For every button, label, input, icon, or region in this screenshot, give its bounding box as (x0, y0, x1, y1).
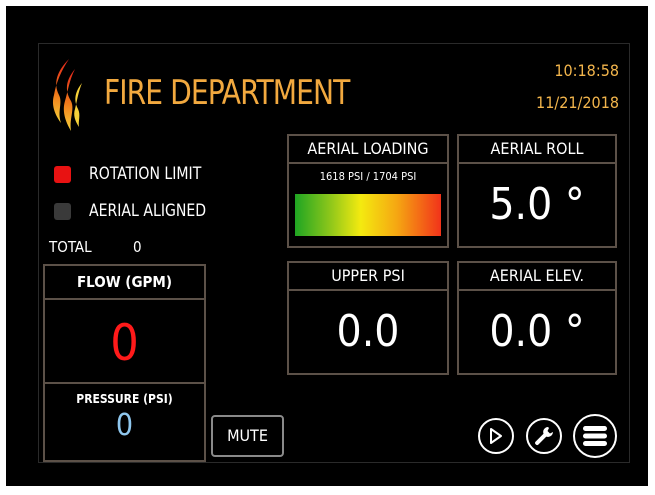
aerial-roll-title: AERIAL ROLL (490, 139, 584, 158)
upper-psi-header: UPPER PSI (287, 261, 449, 291)
pressure-value: 0 (115, 408, 134, 443)
aerial-aligned-label: AERIAL ALIGNED (89, 201, 207, 221)
clock-time: 10:18:58 (554, 61, 619, 80)
aerial-elev-title: AERIAL ELEV. (489, 266, 585, 285)
flow-value: 0 (110, 314, 139, 372)
menu-button[interactable] (573, 414, 617, 458)
app-title: FIRE DEPARTMENT (104, 73, 350, 113)
aerial-aligned-indicator (54, 203, 71, 220)
flow-header: FLOW (GPM) (43, 264, 206, 300)
aerial-elev-header: AERIAL ELEV. (457, 261, 617, 291)
aerial-roll-header: AERIAL ROLL (457, 134, 617, 164)
rotation-limit-indicator (54, 166, 71, 183)
pressure-title: PRESSURE (PSI) (76, 392, 173, 406)
total-value: 0 (133, 238, 142, 256)
upper-psi-value: 0.0 (336, 306, 400, 357)
aerial-loading-readout: 1618 PSI / 1704 PSI (319, 170, 417, 183)
wrench-icon (535, 427, 553, 445)
aerial-roll-value: 5.0 ° (489, 179, 585, 230)
flame-icon (52, 59, 82, 131)
mute-button[interactable]: MUTE (211, 415, 284, 457)
aerial-loading-bar (295, 194, 441, 236)
clock-date: 11/21/2018 (536, 93, 619, 112)
dashboard-panel: FIRE DEPARTMENT 10:18:58 11/21/2018 ROTA… (38, 43, 630, 463)
aerial-elev-value: 0.0 ° (489, 306, 585, 357)
aerial-loading-title: AERIAL LOADING (307, 139, 429, 158)
aerial-elev-display: 0.0 ° (457, 289, 617, 375)
flow-title: FLOW (GPM) (76, 273, 173, 291)
rotation-limit-label: ROTATION LIMIT (89, 164, 202, 184)
flow-display: 0 (43, 298, 206, 384)
aerial-roll-display: 5.0 ° (457, 162, 617, 248)
play-icon (490, 428, 502, 444)
settings-button[interactable] (526, 418, 562, 454)
upper-psi-display: 0.0 (287, 289, 449, 375)
menu-icon (583, 426, 607, 446)
pressure-display: PRESSURE (PSI) 0 (43, 382, 206, 462)
total-label: TOTAL (49, 238, 92, 256)
aerial-loading-header: AERIAL LOADING (287, 134, 449, 164)
upper-psi-title: UPPER PSI (331, 266, 405, 285)
play-button[interactable] (478, 418, 514, 454)
screen: FIRE DEPARTMENT 10:18:58 11/21/2018 ROTA… (6, 6, 648, 486)
aerial-loading-display: 1618 PSI / 1704 PSI (287, 162, 449, 248)
